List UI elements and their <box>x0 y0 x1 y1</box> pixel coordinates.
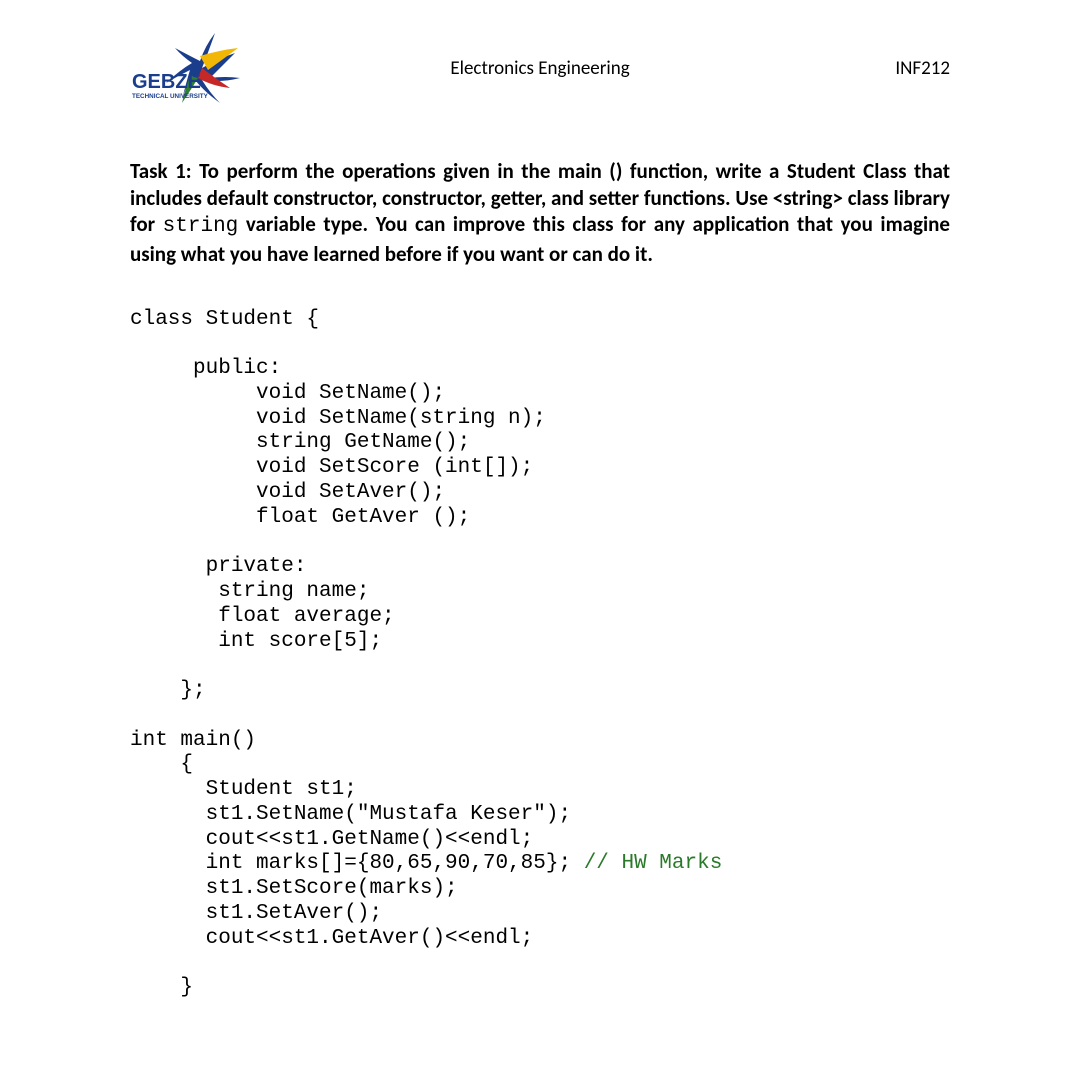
university-logo: GEBZE TECHNICAL UNIVERSITY <box>130 28 260 108</box>
task-mono: string <box>163 215 239 238</box>
task-tail: variable type. You can improve this clas… <box>130 211 950 267</box>
gebze-logo-icon: GEBZE TECHNICAL UNIVERSITY <box>130 28 260 108</box>
document-page: GEBZE TECHNICAL UNIVERSITY Electronics E… <box>0 0 1080 1041</box>
logo-text-sub: TECHNICAL UNIVERSITY <box>132 93 209 100</box>
code-block: class Student { public: void SetName(); … <box>130 308 950 1001</box>
code-lines-before: class Student { public: void SetName(); … <box>130 308 571 851</box>
logo-text-main: GEBZE <box>132 71 201 93</box>
task-description: Task 1: To perform the operations given … <box>130 158 950 268</box>
code-comment: // HW Marks <box>584 852 723 875</box>
department-name: Electronics Engineering <box>260 57 820 80</box>
code-lines-after: st1.SetScore(marks); st1.SetAver(); cout… <box>130 877 533 999</box>
header-row: GEBZE TECHNICAL UNIVERSITY Electronics E… <box>130 28 950 108</box>
code-marks-prefix: int marks[]={80,65,90,70,85}; <box>130 852 584 875</box>
course-code: INF212 <box>820 57 950 80</box>
